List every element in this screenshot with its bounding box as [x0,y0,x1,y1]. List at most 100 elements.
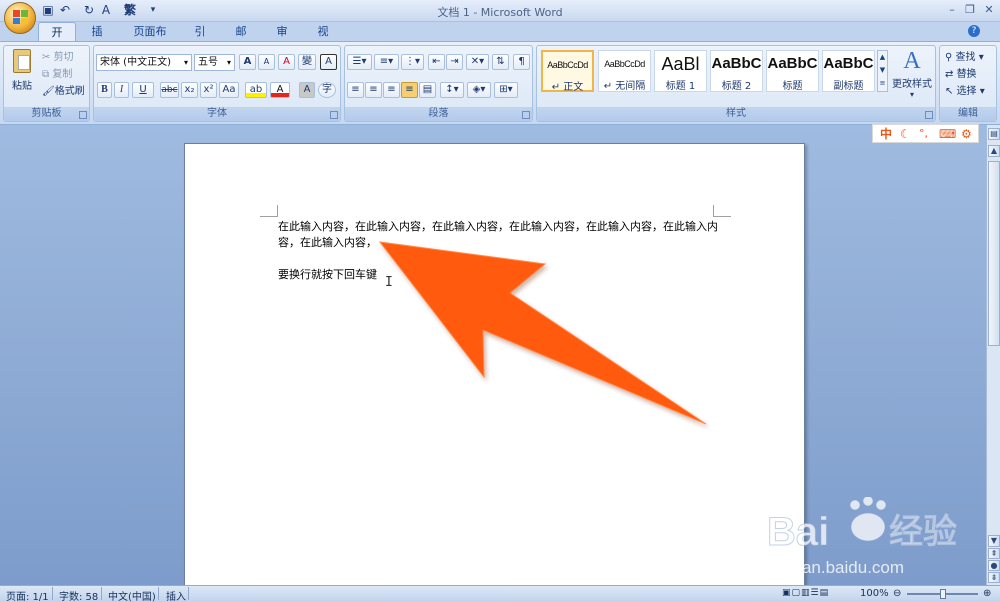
ruler-toggle-icon[interactable]: ▤ [988,128,1000,140]
shading-icon[interactable]: ◈▾ [467,82,491,98]
document-paragraph-line-1[interactable]: 在此输入内容，在此输入内容，在此输入内容，在此输入内容，在此输入内容，在此输入内 [278,219,718,235]
cut-button[interactable]: ✂ 剪切 [42,48,74,63]
format-painter-button[interactable]: 🖌格式刷 [42,82,85,97]
paste-label: 粘贴 [12,81,32,92]
style-heading-2[interactable]: AaBbC 标题 2 [710,50,763,92]
highlight-button[interactable]: ab [245,82,267,98]
multilevel-list-icon[interactable]: ⋮▾ [401,54,424,70]
baidu-wordmark: Bai [767,510,829,554]
zoom-out-icon[interactable]: ⊖ [893,588,901,599]
office-button[interactable] [4,2,36,34]
paste-button[interactable]: 粘贴 [10,49,34,95]
superscript-button[interactable]: x² [200,82,217,98]
scroll-thumb[interactable] [988,161,1000,346]
align-center-icon[interactable]: ≡ [365,82,382,98]
style-subtitle[interactable]: AaBbC 副标题 [822,50,875,92]
justify-icon[interactable]: ≡ [401,82,418,98]
line-spacing-icon[interactable]: ↕▾ [440,82,464,98]
italic-button[interactable]: I [114,82,129,98]
show-marks-icon[interactable]: ¶ [513,54,530,70]
style-no-spacing[interactable]: AaBbCcDd ↵ 无间隔 [598,50,651,92]
numbering-icon[interactable]: ≡▾ [374,54,399,70]
bold-button[interactable]: B [97,82,112,98]
align-left-icon[interactable]: ≡ [347,82,364,98]
tab-references[interactable]: 引用 [183,22,217,57]
styles-launcher-icon[interactable] [925,111,933,119]
grow-font-button[interactable]: A [239,54,256,70]
decrease-indent-icon[interactable]: ⇤ [428,54,445,70]
align-right-icon[interactable]: ≡ [383,82,400,98]
view-buttons[interactable]: ▣▢▥☰▤ [782,588,829,598]
tab-page-layout[interactable]: 页面布局 [122,22,178,57]
paragraph-launcher-icon[interactable] [522,111,530,119]
strikethrough-button[interactable]: abc [160,82,179,98]
chevron-down-icon: ▾ [183,58,188,67]
tab-view[interactable]: 视图 [306,22,340,57]
close-icon[interactable]: ✕ [982,3,996,17]
keyboard-icon[interactable]: ⌨ [939,127,956,141]
underline-button[interactable]: U [132,82,154,98]
asian-layout-icon[interactable]: ✕▾ [466,54,489,70]
punctuation-icon[interactable]: °, [919,127,928,141]
status-separator [188,587,189,600]
change-styles-button[interactable]: A 更改样式 ▾ [891,47,933,107]
gear-icon[interactable]: ⚙ [961,127,972,141]
tab-mailings[interactable]: 邮件 [224,22,258,57]
font-family-select[interactable]: 宋体 (中文正文) ▾ [96,54,192,71]
subscript-button[interactable]: x₂ [181,82,198,98]
replace-button[interactable]: ⇄ 替换 [945,65,977,80]
tab-review[interactable]: 审阅 [265,22,299,57]
minimize-icon[interactable]: – [945,3,959,17]
font-color-button[interactable]: A [270,82,290,98]
document-paragraph-2[interactable]: 要换行就按下回车键 [278,267,377,283]
insert-mode-indicator[interactable]: 插入 [166,588,186,602]
style-title[interactable]: AaBbC 标题 [766,50,819,92]
font-launcher-icon[interactable] [330,111,338,119]
margin-corner-top-left [260,205,278,217]
styles-scroll[interactable]: ▲ ▼ ≡ [877,50,888,92]
clear-format-button[interactable]: A [278,54,295,70]
ime-mode-indicator[interactable]: 中 [880,127,892,141]
style-normal[interactable]: AaBbCcDd ↵ 正文 [541,50,594,93]
distributed-icon[interactable]: ▤ [419,82,436,98]
tab-home[interactable]: 开始 [38,22,76,58]
change-case-button[interactable]: Aa [219,82,239,98]
copy-button[interactable]: ⧉ 复制 [42,65,72,80]
scissors-icon: ✂ [42,52,54,63]
language-indicator[interactable]: 中文(中国) [108,588,156,602]
increase-indent-icon[interactable]: ⇥ [446,54,463,70]
font-group-title: 字体 [94,107,340,121]
margin-corner-top-right [713,205,731,217]
document-page[interactable]: 在此输入内容，在此输入内容，在此输入内容，在此输入内容，在此输入内容，在此输入内… [184,143,805,588]
restore-icon[interactable]: ❐ [963,3,977,17]
phonetic-guide-button[interactable]: 變 [298,54,316,70]
document-paragraph-line-2[interactable]: 容，在此输入内容， [278,235,377,251]
editing-group-title: 编辑 [940,107,996,121]
outline-icon: ☰ [810,588,820,598]
paw-icon [850,512,886,542]
borders-icon[interactable]: ⊞▾ [494,82,518,98]
shrink-font-button[interactable]: A [258,54,275,70]
clipboard-launcher-icon[interactable] [79,111,87,119]
clipboard-icon [13,49,31,73]
style-heading-1[interactable]: AaBl 标题 1 [654,50,707,92]
find-button[interactable]: ⚲ 查找 ▾ [945,48,984,63]
zoom-in-icon[interactable]: ⊕ [983,588,991,599]
char-border-button[interactable]: A [320,54,337,70]
select-button[interactable]: ↖ 选择 ▾ [945,82,985,97]
enclose-char-button[interactable]: 字 [318,82,336,98]
zoom-slider-thumb[interactable] [940,589,946,599]
zoom-level[interactable]: 100% [860,588,889,599]
bullets-icon[interactable]: ☰▾ [347,54,372,70]
clipboard-group-title: 剪贴板 [4,107,89,121]
word-count[interactable]: 字数: 58 [59,588,98,602]
font-size-select[interactable]: 五号 ▾ [194,54,235,71]
help-icon[interactable]: ? [968,25,980,37]
tab-insert[interactable]: 插入 [80,22,114,57]
char-shading-button[interactable]: A [299,82,315,98]
scroll-up-icon[interactable]: ▲ [988,145,1000,157]
window-title: 文档 1 - Microsoft Word [437,6,563,19]
page-count[interactable]: 页面: 1/1 [6,588,49,602]
moon-icon[interactable]: ☾ [900,127,911,141]
sort-icon[interactable]: ⇅ [492,54,509,70]
